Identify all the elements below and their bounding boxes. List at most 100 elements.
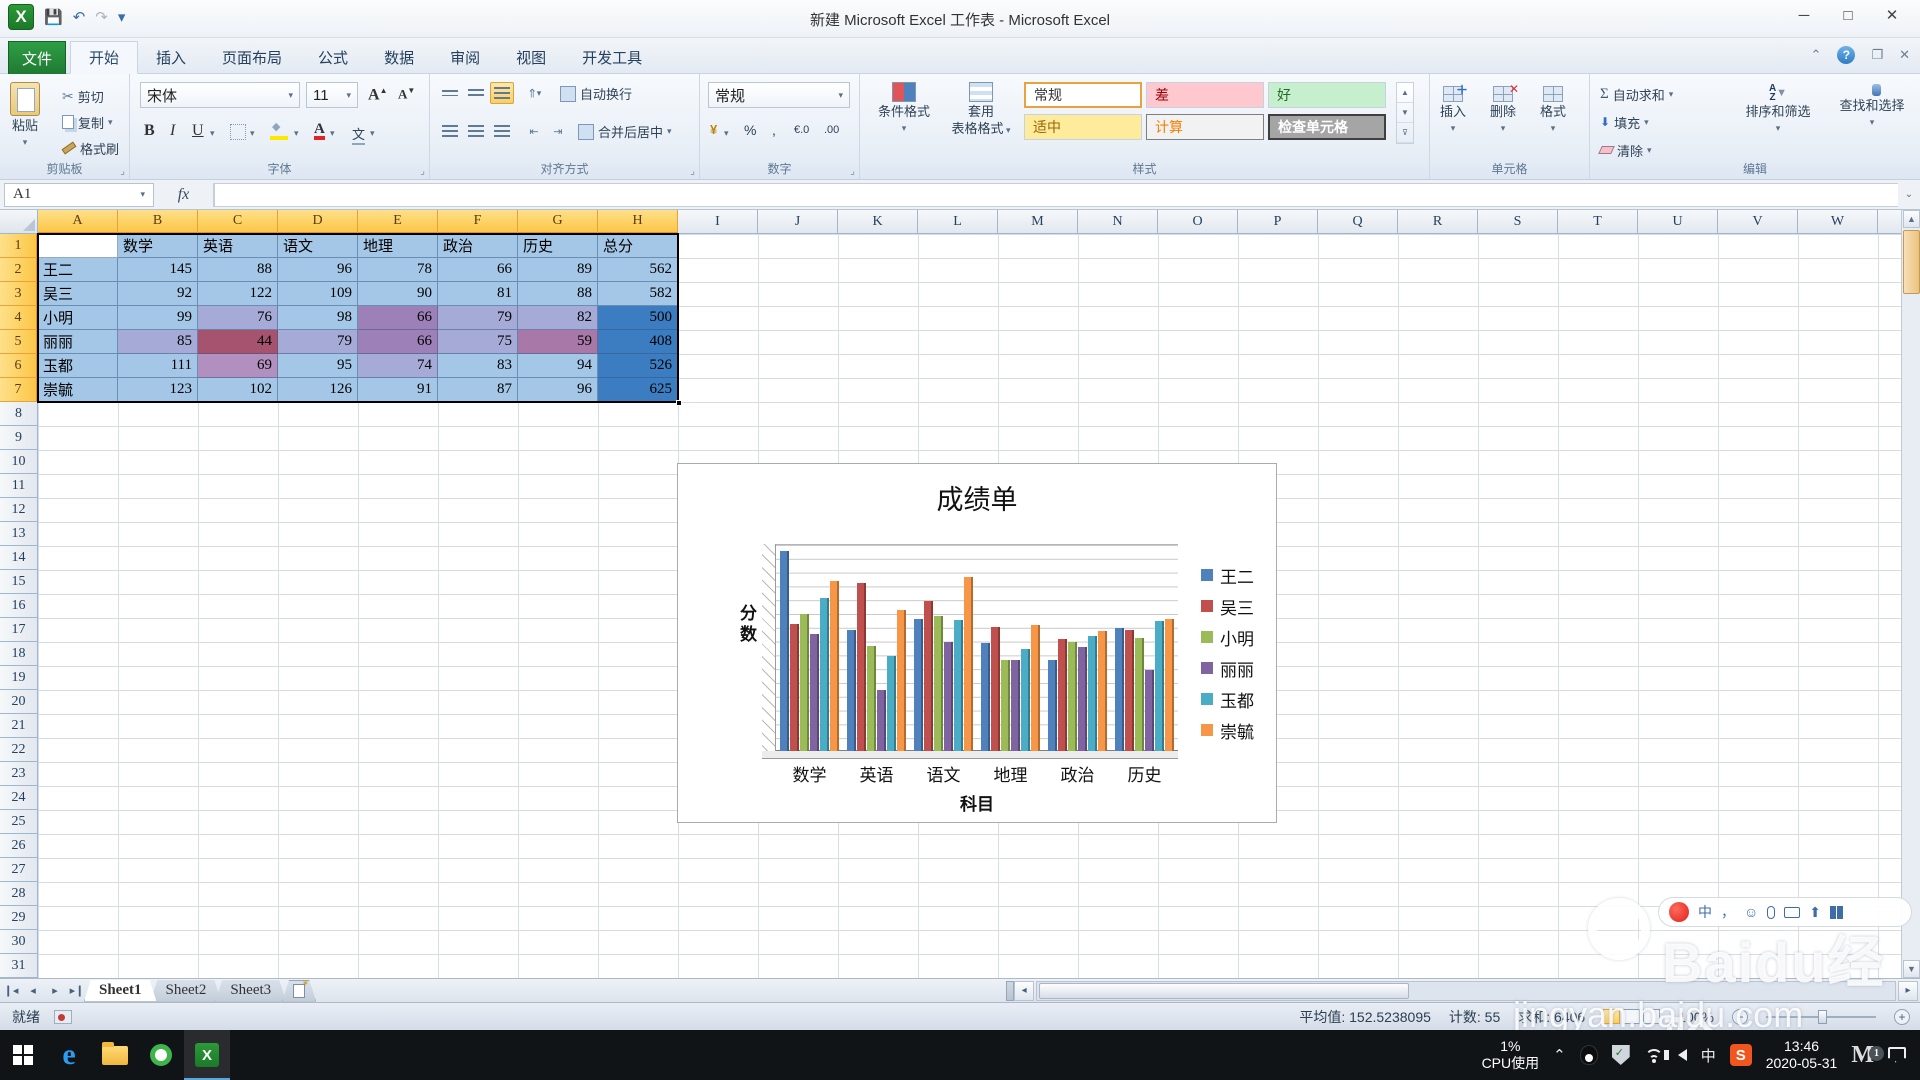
align-bottom-icon[interactable] <box>490 82 514 104</box>
selection-fill-handle[interactable] <box>676 400 682 406</box>
tab-视图[interactable]: 视图 <box>498 41 564 74</box>
borders-caret[interactable]: ▾ <box>250 128 255 139</box>
fill-color-icon[interactable] <box>270 128 288 140</box>
cell-D5[interactable]: 79 <box>278 330 358 354</box>
phonetic-icon[interactable]: 文 <box>352 124 365 145</box>
name-box-caret[interactable]: ▾ <box>140 189 145 200</box>
orientation-icon[interactable]: ⇗▾ <box>522 82 546 104</box>
row-header-29[interactable]: 29 <box>0 906 38 930</box>
maximize-button[interactable]: □ <box>1826 0 1870 30</box>
font-name-select[interactable]: 宋体▾ <box>140 82 300 108</box>
cell-H6[interactable]: 526 <box>598 354 678 378</box>
align-middle-icon[interactable] <box>464 82 488 104</box>
clipboard-dialog-launcher[interactable]: ⌟ <box>120 166 125 177</box>
tab-公式[interactable]: 公式 <box>300 41 366 74</box>
wrap-text-button[interactable]: 自动换行 <box>560 84 632 103</box>
autosum-button[interactable]: Σ自动求和▾ <box>1600 82 1673 106</box>
row-header-9[interactable]: 9 <box>0 426 38 450</box>
cell-C4[interactable]: 76 <box>198 306 278 330</box>
vertical-scrollbar[interactable]: ▲ ▼ <box>1901 210 1920 978</box>
ime-toolbar[interactable]: 中 ， ☺ ⬆ <box>1658 897 1912 927</box>
column-header-C[interactable]: C <box>198 210 278 234</box>
row-header-25[interactable]: 25 <box>0 810 38 834</box>
cell-G2[interactable]: 89 <box>518 258 598 282</box>
cell-D6[interactable]: 95 <box>278 354 358 378</box>
taskbar-browser-button[interactable] <box>138 1030 184 1080</box>
paste-button[interactable]: 粘贴▾ <box>10 82 40 150</box>
horizontal-scroll-thumb[interactable] <box>1039 983 1409 999</box>
row-header-27[interactable]: 27 <box>0 858 38 882</box>
row-header-11[interactable]: 11 <box>0 474 38 498</box>
cell-E3[interactable]: 90 <box>358 282 438 306</box>
row-header-20[interactable]: 20 <box>0 690 38 714</box>
clock[interactable]: 13:462020-05-31 <box>1766 1038 1838 1072</box>
column-header-F[interactable]: F <box>438 210 518 234</box>
increase-indent-icon[interactable]: ⇥ <box>546 120 570 142</box>
cell-B7[interactable]: 123 <box>118 378 198 402</box>
cell-D7[interactable]: 126 <box>278 378 358 402</box>
cell-B2[interactable]: 145 <box>118 258 198 282</box>
align-top-icon[interactable] <box>438 82 462 104</box>
start-button[interactable] <box>0 1030 46 1080</box>
scroll-up-icon[interactable]: ▲ <box>1903 210 1920 228</box>
cell-A5[interactable]: 丽丽 <box>38 330 118 354</box>
align-right-icon[interactable] <box>490 120 514 142</box>
workbook-restore-icon[interactable]: ❐ <box>1871 47 1883 63</box>
underline-caret[interactable]: ▾ <box>210 128 215 139</box>
conditional-formatting-button[interactable]: 条件格式▾ <box>868 82 940 136</box>
row-header-19[interactable]: 19 <box>0 666 38 690</box>
prev-sheet-icon[interactable]: ◂ <box>22 981 44 1001</box>
row-header-17[interactable]: 17 <box>0 618 38 642</box>
row-header-26[interactable]: 26 <box>0 834 38 858</box>
tray-expand-icon[interactable]: ⌃ <box>1553 1046 1566 1064</box>
formula-input[interactable] <box>214 183 1898 207</box>
cell-H1[interactable]: 总分 <box>598 234 678 258</box>
ime-mic-icon[interactable] <box>1767 906 1775 919</box>
im-watermark-icon[interactable]: M1 <box>1851 1042 1874 1069</box>
row-header-23[interactable]: 23 <box>0 762 38 786</box>
help-icon[interactable]: ? <box>1837 46 1855 64</box>
merge-center-button[interactable]: 合并后居中▾ <box>578 122 672 141</box>
cell-G6[interactable]: 94 <box>518 354 598 378</box>
row-header-6[interactable]: 6 <box>0 354 38 378</box>
format-as-table-button[interactable]: 套用 表格格式 ▾ <box>946 82 1016 138</box>
row-header-30[interactable]: 30 <box>0 930 38 954</box>
percent-icon[interactable]: % <box>744 122 756 138</box>
decrease-decimal-icon[interactable]: .00 <box>824 124 839 136</box>
zoom-slider[interactable] <box>1766 1016 1876 1018</box>
chart[interactable]: 成绩单 数学英语语文地理政治历史 科目 分数 王二吴三小明丽丽玉都崇毓 <box>677 463 1277 823</box>
cell-A2[interactable]: 王二 <box>38 258 118 282</box>
tab-审阅[interactable]: 审阅 <box>432 41 498 74</box>
row-header-21[interactable]: 21 <box>0 714 38 738</box>
grow-font-icon[interactable]: A▲ <box>368 86 387 104</box>
column-header-T[interactable]: T <box>1558 210 1638 234</box>
scroll-down-icon[interactable]: ▼ <box>1903 960 1920 978</box>
column-header-S[interactable]: S <box>1478 210 1558 234</box>
delete-cells-button[interactable]: ✕ 删除▾ <box>1490 86 1516 136</box>
number-dialog-launcher[interactable]: ⌟ <box>850 166 855 177</box>
cell-H2[interactable]: 562 <box>598 258 678 282</box>
column-header-J[interactable]: J <box>758 210 838 234</box>
cell-C1[interactable]: 英语 <box>198 234 278 258</box>
column-header-M[interactable]: M <box>998 210 1078 234</box>
cell-A7[interactable]: 崇毓 <box>38 378 118 402</box>
currency-icon[interactable]: ¥ <box>710 122 717 137</box>
cell-B1[interactable]: 数学 <box>118 234 198 258</box>
column-header-L[interactable]: L <box>918 210 998 234</box>
italic-button[interactable]: I <box>170 122 175 140</box>
column-header-U[interactable]: U <box>1638 210 1718 234</box>
fill-button[interactable]: ⬇填充▾ <box>1600 110 1649 134</box>
align-center-icon[interactable] <box>464 120 488 142</box>
fill-caret[interactable]: ▾ <box>294 128 299 139</box>
zoom-level[interactable]: 100% <box>1678 1009 1714 1025</box>
find-select-button[interactable]: 查找和选择▾ <box>1826 84 1918 130</box>
column-header-O[interactable]: O <box>1158 210 1238 234</box>
shrink-font-icon[interactable]: A▼ <box>398 86 415 102</box>
cell-E5[interactable]: 66 <box>358 330 438 354</box>
cell-G1[interactable]: 历史 <box>518 234 598 258</box>
row-header-14[interactable]: 14 <box>0 546 38 570</box>
copy-button[interactable]: 复制▾ <box>62 110 113 134</box>
insert-cells-button[interactable]: ＋ 插入▾ <box>1440 86 1466 136</box>
page-break-view-icon[interactable] <box>1643 1009 1660 1024</box>
cell-C5[interactable]: 44 <box>198 330 278 354</box>
